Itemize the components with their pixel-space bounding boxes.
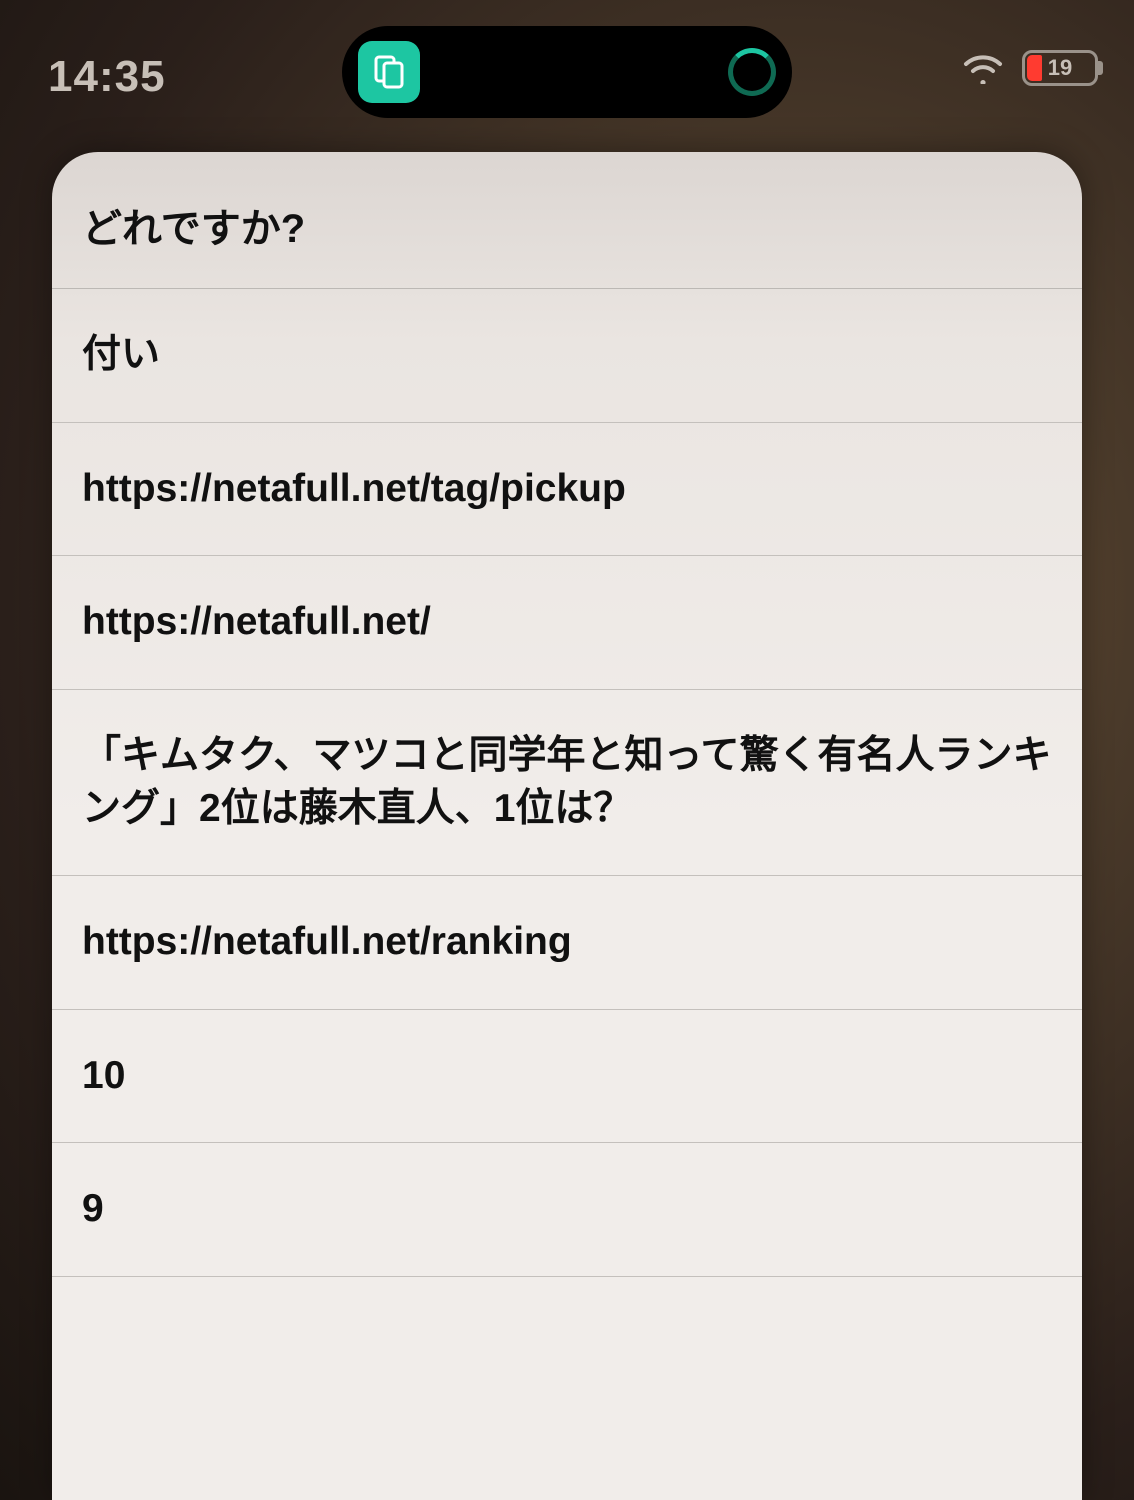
option-row[interactable]: https://netafull.net/ <box>52 556 1082 690</box>
option-row[interactable]: 9 <box>52 1143 1082 1277</box>
option-row[interactable]: https://netafull.net/tag/pickup <box>52 423 1082 557</box>
option-row[interactable]: 10 <box>52 1010 1082 1144</box>
wifi-icon <box>962 52 1004 84</box>
choice-sheet: どれですか? 付い https://netafull.net/tag/picku… <box>52 152 1082 1500</box>
shortcuts-app-icon <box>358 41 420 103</box>
loading-spinner-icon <box>728 48 776 96</box>
battery-percent: 19 <box>1025 55 1095 81</box>
battery-icon: 19 <box>1022 50 1098 86</box>
option-row[interactable]: 「キムタク、マツコと同学年と知って驚く有名人ランキング」2位は藤木直人、1位は？ <box>52 690 1082 876</box>
status-time: 14:35 <box>48 52 166 102</box>
status-bar: 14:35 19 <box>0 0 1134 160</box>
dynamic-island[interactable] <box>342 26 792 118</box>
option-row[interactable]: https://netafull.net/ranking <box>52 876 1082 1010</box>
sheet-title: どれですか? <box>52 152 1082 289</box>
status-right: 19 <box>962 50 1098 86</box>
option-row[interactable]: 付い <box>52 289 1082 423</box>
